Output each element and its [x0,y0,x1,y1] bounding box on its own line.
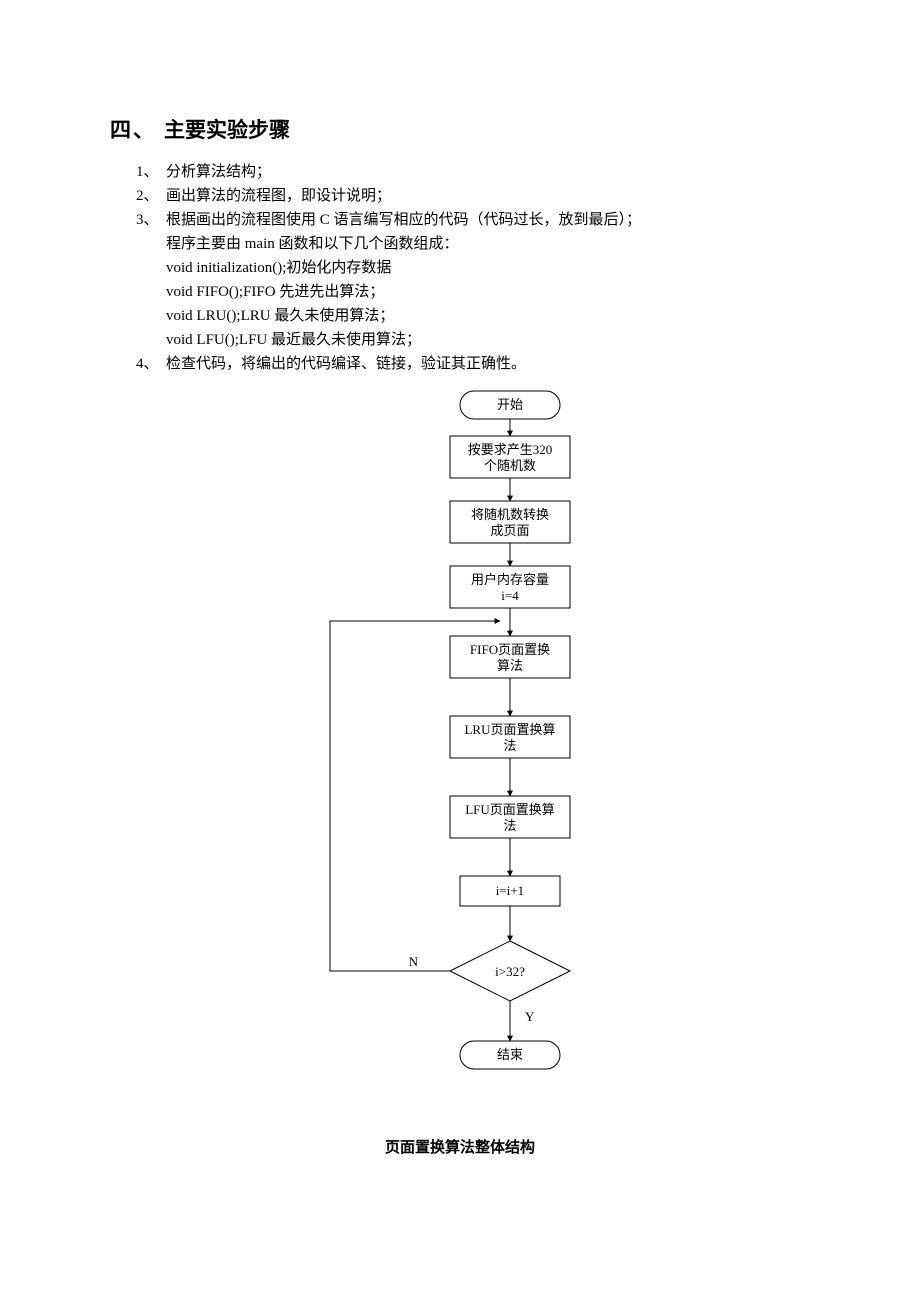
flow-start-label: 开始 [497,397,523,412]
sub-line: void initialization();初始化内存数据 [166,256,810,280]
sub-line: void LRU();LRU 最久未使用算法； [166,304,810,328]
flowchart-container: 开始 按要求产生320个随机数 将随机数转换成页面 用户内存容量i=4 FIFO… [110,386,810,1126]
list-item: 3、 根据画出的流程图使用 C 语言编写相应的代码（代码过长，放到最后）； [136,208,810,232]
flow-end-label: 结束 [497,1047,523,1062]
item-text: 画出算法的流程图，即设计说明； [166,184,810,208]
flow-yes-label: Y [525,1009,535,1024]
flow-no-label: N [409,954,419,969]
step-list: 1、 分析算法结构； 2、 画出算法的流程图，即设计说明； 3、 根据画出的流程… [136,160,810,376]
sub-line: 程序主要由 main 函数和以下几个函数组成： [166,232,810,256]
list-item: 1、 分析算法结构； [136,160,810,184]
item-marker: 1、 [136,160,166,184]
item-marker: 3、 [136,208,166,232]
item-marker: 4、 [136,352,166,376]
flow-inc-label: i=i+1 [496,883,524,898]
item-text: 分析算法结构； [166,160,810,184]
flowchart-svg: 开始 按要求产生320个随机数 将随机数转换成页面 用户内存容量i=4 FIFO… [250,386,670,1126]
sub-line: void LFU();LFU 最近最久未使用算法； [166,328,810,352]
document-page: 四、主要实验步骤 1、 分析算法结构； 2、 画出算法的流程图，即设计说明； 3… [0,0,920,1302]
item-text: 检查代码，将编出的代码编译、链接，验证其正确性。 [166,352,810,376]
section-heading: 四、主要实验步骤 [110,114,810,144]
sub-line: void FIFO();FIFO 先进先出算法； [166,280,810,304]
list-item: 4、 检查代码，将编出的代码编译、链接，验证其正确性。 [136,352,810,376]
item-text: 根据画出的流程图使用 C 语言编写相应的代码（代码过长，放到最后）； [166,208,810,232]
list-item: 2、 画出算法的流程图，即设计说明； [136,184,810,208]
heading-number: 四、 [110,118,156,142]
heading-text: 主要实验步骤 [164,118,290,142]
item-marker: 2、 [136,184,166,208]
flowchart-caption: 页面置换算法整体结构 [110,1136,810,1157]
flow-cond-label: i>32? [495,964,525,979]
